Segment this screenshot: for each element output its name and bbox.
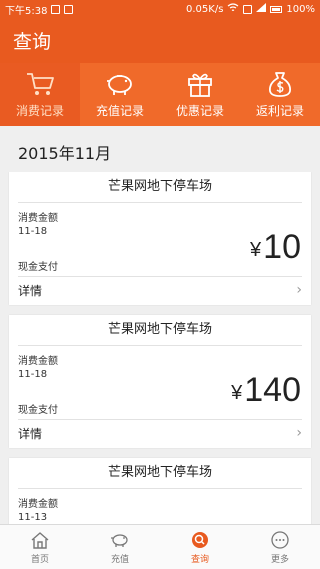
record-date: 11-18	[18, 369, 48, 380]
tab-label: 优惠记录	[175, 104, 224, 118]
chevron-right-icon: ›	[296, 282, 302, 298]
more-icon	[271, 531, 289, 549]
record-date: 11-18	[18, 226, 48, 237]
status-left: 下午5:38	[5, 2, 74, 17]
status-bar: 下午5:38 0.05K/s 100%	[0, 0, 320, 18]
tab-rebate[interactable]: 返利记录	[240, 63, 320, 126]
signal-icon	[256, 3, 267, 15]
battery-level: 100%	[286, 3, 315, 15]
nav-label: 首页	[30, 555, 49, 565]
nav-more[interactable]: 更多	[240, 525, 320, 569]
screen: 下午5:38 0.05K/s 100% 查询 消费记录 充值记录 优惠记录 返利…	[0, 0, 320, 569]
sim-icon	[243, 4, 253, 14]
tab-discount[interactable]: 优惠记录	[160, 63, 240, 126]
notification-icon	[64, 4, 74, 14]
record-place: 芒果网地下停车场	[18, 458, 302, 489]
nav-label: 查询	[190, 555, 209, 565]
nav-query[interactable]: 查询	[160, 525, 240, 569]
record-place: 芒果网地下停车场	[18, 315, 302, 346]
record-date: 11-13	[18, 512, 48, 523]
record-type-label: 消费金额	[18, 356, 58, 367]
nav-label: 更多	[270, 555, 289, 565]
status-time: 下午5:38	[5, 5, 48, 17]
tab-recharge[interactable]: 充值记录	[80, 63, 160, 126]
record-card[interactable]: 芒果网地下停车场 消费金额 11-13	[9, 458, 311, 524]
detail-label: 详情	[18, 426, 43, 441]
page-title: 查询	[13, 31, 52, 53]
record-amount: ¥10	[250, 228, 301, 267]
wifi-icon	[227, 2, 239, 16]
piggy-bank-icon	[107, 75, 132, 95]
tab-label: 返利记录	[255, 104, 304, 118]
record-tabs: 消费记录 充值记录 优惠记录 返利记录	[0, 63, 320, 126]
record-type-label: 消费金额	[18, 213, 58, 224]
record-payment: 现金支付	[18, 262, 58, 273]
amount-value: 140	[244, 371, 301, 409]
nav-home[interactable]: 首页	[0, 525, 80, 569]
notification-icon	[51, 4, 61, 14]
network-speed: 0.05K/s	[186, 3, 224, 15]
record-card[interactable]: 芒果网地下停车场 消费金额 11-18 现金支付 ¥140 详情 ›	[9, 315, 311, 448]
search-icon	[192, 532, 208, 548]
record-place: 芒果网地下停车场	[18, 172, 302, 203]
record-amount: ¥140	[231, 371, 301, 410]
record-list[interactable]: 芒果网地下停车场 消费金额 11-18 现金支付 ¥10 详情 › 芒果网地下停…	[0, 172, 320, 524]
amount-value: 10	[263, 228, 301, 266]
app-bar: 查询	[0, 18, 320, 63]
month-header: 2015年11月	[18, 144, 112, 163]
chevron-right-icon: ›	[296, 425, 302, 441]
battery-icon	[270, 5, 283, 13]
detail-label: 详情	[18, 283, 43, 298]
nav-label: 充值	[110, 555, 129, 565]
piggy-bank-icon	[111, 534, 128, 547]
bottom-nav: 首页 充值 查询 更多	[0, 524, 320, 569]
tab-consumption[interactable]: 消费记录	[0, 63, 80, 126]
home-icon	[31, 532, 49, 549]
status-right: 0.05K/s 100%	[186, 2, 315, 16]
cart-icon	[27, 73, 54, 95]
currency-symbol: ¥	[231, 382, 243, 404]
gift-icon	[188, 73, 212, 97]
record-payment: 现金支付	[18, 405, 58, 416]
record-type-label: 消费金额	[18, 499, 58, 510]
detail-row[interactable]: 详情 ›	[18, 276, 302, 303]
currency-symbol: ¥	[250, 239, 262, 261]
record-card[interactable]: 芒果网地下停车场 消费金额 11-18 现金支付 ¥10 详情 ›	[9, 172, 311, 305]
nav-recharge[interactable]: 充值	[80, 525, 160, 569]
tab-label: 消费记录	[15, 104, 64, 118]
detail-row[interactable]: 详情 ›	[18, 419, 302, 446]
money-bag-icon	[269, 72, 291, 97]
tab-label: 充值记录	[95, 104, 144, 118]
